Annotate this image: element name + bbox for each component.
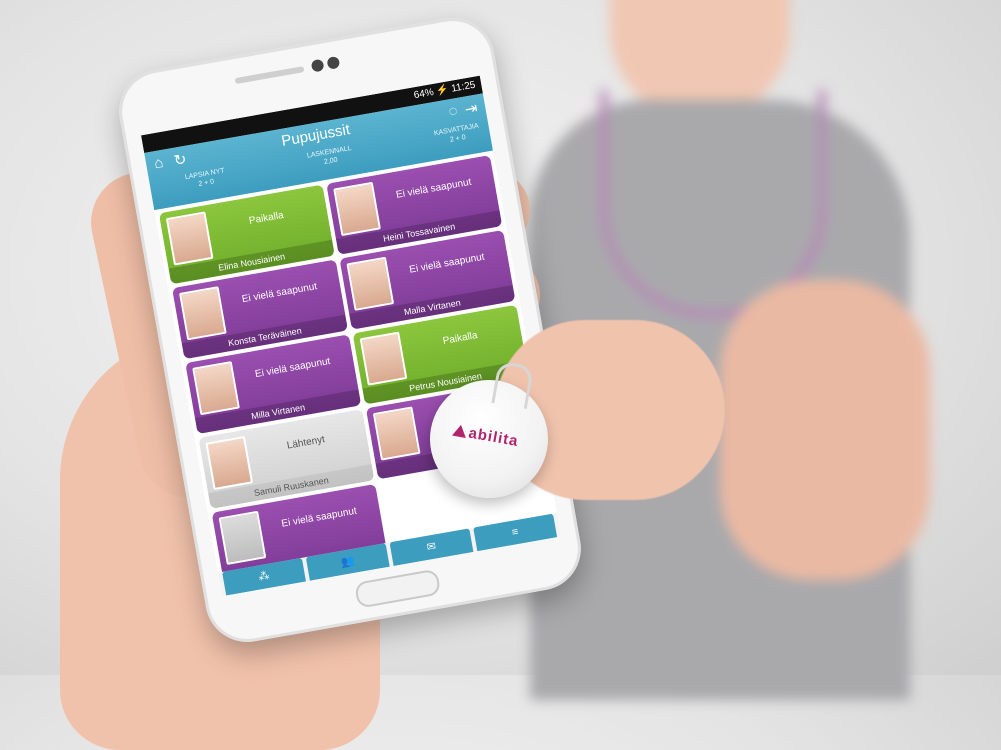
stat-educators: KASVATTAJIA 2 + 0 — [433, 123, 480, 147]
brand-logo: abilita — [452, 422, 520, 450]
photo-scene: 64% ⚡ 11:25 ⌂ ↻ Pupujussit ◌ ⇥ LAPSIA NY… — [0, 0, 1001, 750]
attendance-status: Ei vielä saapunut — [395, 176, 473, 201]
child-photo — [205, 435, 254, 491]
stat-children-now: LAPSIA NYT 2 + 0 — [184, 167, 226, 190]
stat-calculated: LASKENNALL 2,00 — [306, 145, 353, 169]
attendance-status: Lähtenyt — [286, 434, 326, 452]
camera-icon — [310, 58, 325, 73]
child-photo — [192, 361, 240, 416]
child-photo — [346, 256, 395, 311]
brand-text: abilita — [467, 424, 520, 451]
attendance-status: Paikalla — [248, 209, 285, 227]
child-photo — [333, 181, 381, 237]
logo-mark-icon — [452, 423, 468, 438]
placeholder-avatar-icon — [218, 510, 267, 565]
sensor-icon — [326, 55, 341, 70]
child-photo — [372, 406, 421, 461]
child-arm — [720, 280, 930, 580]
child-photo — [359, 331, 408, 386]
attendance-status: Ei vielä saapunut — [408, 251, 486, 276]
speaker-grille — [234, 66, 305, 85]
home-button — [354, 568, 442, 609]
attendance-status: Paikalla — [441, 330, 479, 347]
attendance-status: Ei vielä saapunut — [254, 355, 332, 381]
app-screen: 64% ⚡ 11:25 ⌂ ↻ Pupujussit ◌ ⇥ LAPSIA NY… — [141, 75, 562, 597]
child-photo — [179, 286, 227, 341]
attendance-status: Ei vielä saapunut — [280, 505, 358, 530]
child-photo — [165, 211, 214, 266]
attendance-status: Ei vielä saapunut — [241, 281, 318, 306]
